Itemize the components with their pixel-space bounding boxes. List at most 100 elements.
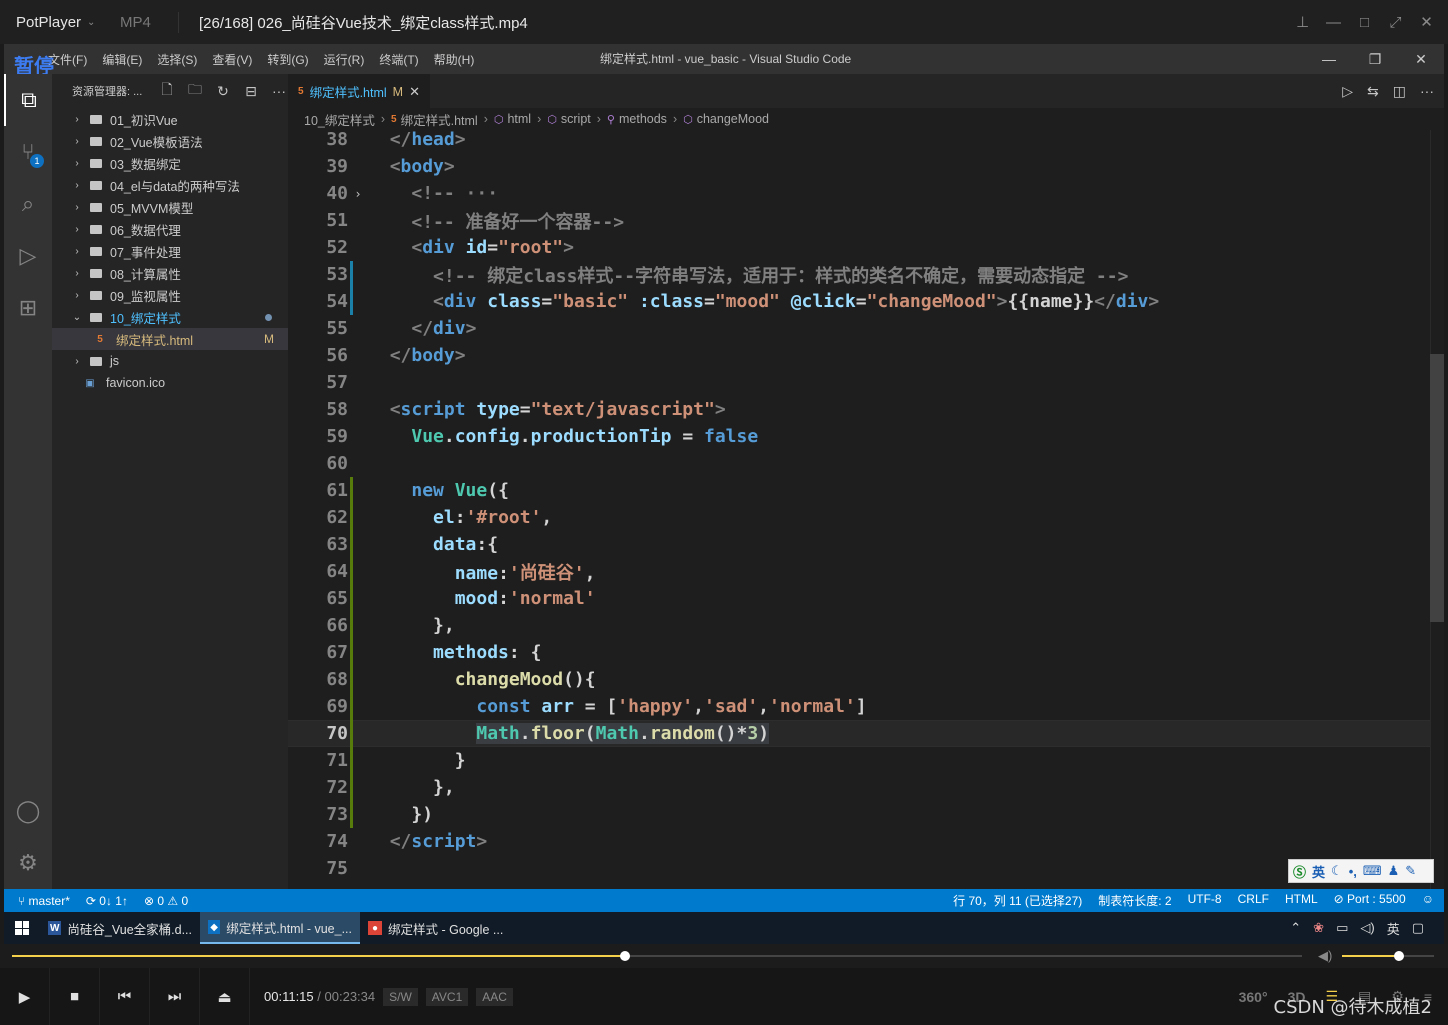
code-line[interactable]: 39 <body> <box>288 153 1444 180</box>
code-line[interactable]: 68 changeMood(){ <box>288 666 1444 693</box>
code-line[interactable]: 65 mood:'normal' <box>288 585 1444 612</box>
previous-button[interactable]: ⏮ <box>100 968 150 1025</box>
eject-button[interactable]: ⏏ <box>200 968 250 1025</box>
code-line[interactable]: 62 el:'#root', <box>288 504 1444 531</box>
tree-folder[interactable]: › 06_数据代理 <box>52 218 288 240</box>
volume-handle[interactable] <box>1394 951 1405 961</box>
code-line[interactable]: 66 }, <box>288 612 1444 639</box>
scrollbar-thumb[interactable] <box>1430 354 1444 622</box>
tree-folder[interactable]: › 08_计算属性 <box>52 262 288 284</box>
seek-handle[interactable] <box>619 951 630 961</box>
code-line[interactable]: 61 new Vue({ <box>288 477 1444 504</box>
more-actions-icon[interactable]: ··· <box>1420 83 1434 99</box>
breadcrumb-item[interactable]: changeMood <box>697 112 769 126</box>
tree-folder[interactable]: › js <box>52 350 288 372</box>
code-line[interactable]: 71 } <box>288 747 1444 774</box>
collapse-all-icon[interactable]: ⊟ <box>242 83 260 100</box>
new-file-icon[interactable]: 🗋 <box>158 79 176 103</box>
code-line[interactable]: 72 }, <box>288 774 1444 801</box>
breadcrumb-item[interactable]: html <box>507 112 531 126</box>
tab-size[interactable]: 制表符长度: 2 <box>1098 892 1171 909</box>
badge-renderer[interactable]: S/W <box>383 987 418 1006</box>
volume-slider[interactable] <box>1342 951 1434 961</box>
cursor-position[interactable]: 行 70，列 11 (已选择27) <box>953 892 1082 909</box>
tree-folder[interactable]: › 01_初识Vue <box>52 108 288 130</box>
menu-item[interactable]: 终端(T) <box>379 51 418 68</box>
code-line[interactable]: 54 <div class="basic" :class="mood" @cli… <box>288 288 1444 315</box>
tree-folder[interactable]: › 03_数据绑定 <box>52 152 288 174</box>
code-line[interactable]: 63 data:{ <box>288 531 1444 558</box>
stop-button[interactable]: ■ <box>50 968 100 1025</box>
problems-status[interactable]: ⊗ 0 ⚠ 0 <box>144 894 188 908</box>
explorer-icon[interactable]: ⧉ <box>4 74 52 126</box>
git-change-marker[interactable] <box>350 261 353 315</box>
eol[interactable]: CRLF <box>1238 892 1269 909</box>
tree-file[interactable]: 5 绑定样式.html M <box>52 328 288 350</box>
ime-toolbar[interactable]: Ⓢ 英 ☾ •, ⌨ ♟ ✎ <box>1288 859 1434 883</box>
code-line[interactable]: 60 <box>288 450 1444 477</box>
play-button[interactable]: ▶ <box>0 968 50 1025</box>
git-change-marker[interactable] <box>350 477 353 828</box>
taskbar-app[interactable]: W 尚硅谷_Vue全家桶.d... <box>40 912 200 944</box>
code-line[interactable]: 40 › <!-- ··· <box>288 180 1444 207</box>
tab-bind-style-html[interactable]: 5 绑定样式.html M ✕ <box>288 74 430 108</box>
close-icon[interactable]: ✕ <box>1411 0 1442 44</box>
tree-folder[interactable]: › 09_监视属性 <box>52 284 288 306</box>
maximize-icon[interactable]: □ <box>1349 0 1380 44</box>
search-icon[interactable]: ⌕ <box>4 178 52 230</box>
tree-folder[interactable]: › 05_MVVM模型 <box>52 196 288 218</box>
tray-language[interactable]: 英 <box>1387 919 1400 938</box>
tree-folder[interactable]: ⌄ 10_绑定样式 <box>52 306 288 328</box>
compare-icon[interactable]: ⇆ <box>1367 83 1379 100</box>
code-line[interactable]: 38 </head> <box>288 130 1444 153</box>
code-line[interactable]: 69 const arr = ['happy','sad','normal'] <box>288 693 1444 720</box>
new-folder-icon[interactable]: 🗀 <box>186 79 204 103</box>
player-menu-button[interactable]: PotPlayer ⌄ <box>0 14 120 31</box>
close-icon[interactable]: ✕ <box>1398 44 1444 74</box>
tree-folder[interactable]: › 04_el与data的两种写法 <box>52 174 288 196</box>
minimize-icon[interactable]: — <box>1318 0 1349 44</box>
breadcrumb-item[interactable]: script <box>561 112 591 126</box>
menu-item[interactable]: 编辑(E) <box>102 51 142 68</box>
code-line[interactable]: 70 Math.floor(Math.random()*3) <box>288 720 1444 747</box>
notification-icon[interactable]: ▢ <box>1412 920 1424 936</box>
account-icon[interactable]: ◯ <box>4 785 52 837</box>
pin-icon[interactable]: ⊥ <box>1287 0 1318 44</box>
code-line[interactable]: 56 </body> <box>288 342 1444 369</box>
code-line[interactable]: 51 <!-- 准备好一个容器--> <box>288 207 1444 234</box>
code-line[interactable]: 64 name:'尚硅谷', <box>288 558 1444 585</box>
code-line[interactable]: 67 methods: { <box>288 639 1444 666</box>
more-icon[interactable]: ··· <box>270 83 288 99</box>
close-tab-icon[interactable]: ✕ <box>409 84 420 100</box>
code-line[interactable]: 75 <box>288 855 1444 882</box>
vr-360-button[interactable]: 360° <box>1239 989 1268 1005</box>
live-server-port[interactable]: ⊘ Port : 5500 <box>1334 892 1406 909</box>
source-control-icon[interactable]: ⑂ 1 <box>4 126 52 178</box>
menu-item[interactable]: 转到(G) <box>267 51 308 68</box>
fold-chevron-icon[interactable]: › <box>348 187 368 201</box>
branch-status[interactable]: ⑂ master* <box>18 894 70 908</box>
code-line[interactable]: 73 }) <box>288 801 1444 828</box>
code-line[interactable]: 52 <div id="root"> <box>288 234 1444 261</box>
run-debug-icon[interactable]: ▷ <box>4 230 52 282</box>
tree-folder[interactable]: › 07_事件处理 <box>52 240 288 262</box>
chevron-up-icon[interactable]: ⌃ <box>1290 920 1301 936</box>
encoding[interactable]: UTF-8 <box>1188 892 1222 909</box>
windows-start-icon[interactable] <box>4 921 40 935</box>
fullscreen-icon[interactable]: ⤢ <box>1380 0 1411 44</box>
extensions-icon[interactable]: ⊞ <box>4 282 52 334</box>
minimize-icon[interactable]: — <box>1306 44 1352 74</box>
tree-file[interactable]: ▣ favicon.ico <box>52 372 288 394</box>
run-icon[interactable]: ▷ <box>1342 83 1353 100</box>
breadcrumb-item[interactable]: 绑定样式.html <box>401 110 478 129</box>
editor-scrollbar[interactable] <box>1430 130 1444 889</box>
volume-icon[interactable]: ◀) <box>1318 948 1332 964</box>
code-line[interactable]: 53 <!-- 绑定class样式--字符串写法，适用于：样式的类名不确定，需要… <box>288 261 1444 288</box>
menu-item[interactable]: 查看(V) <box>212 51 252 68</box>
feedback-icon[interactable]: ☺ <box>1422 892 1434 909</box>
language-mode[interactable]: HTML <box>1285 892 1318 909</box>
breadcrumb-item[interactable]: methods <box>619 112 667 126</box>
code-line[interactable]: 58 <script type="text/javascript"> <box>288 396 1444 423</box>
tree-folder[interactable]: › 02_Vue模板语法 <box>52 130 288 152</box>
sync-status[interactable]: ⟳ 0↓ 1↑ <box>86 894 128 908</box>
